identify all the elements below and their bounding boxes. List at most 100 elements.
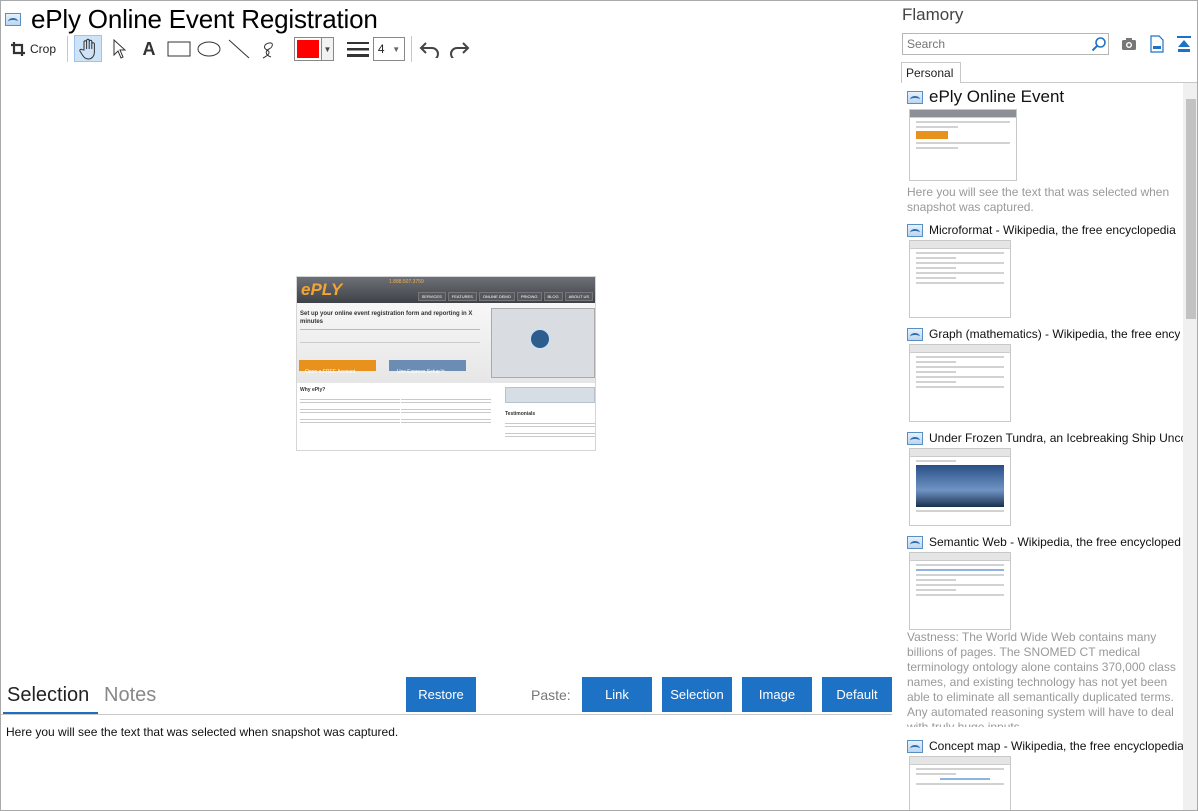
tab-notes[interactable]: Notes — [104, 684, 156, 707]
list-item[interactable]: Graph (mathematics) - Wikipedia, the fre… — [907, 326, 1183, 422]
list-item-thumbnail — [909, 552, 1011, 630]
list-item-thumbnail — [909, 756, 1011, 810]
play-icon — [529, 328, 551, 350]
snapshot-primary-label: Open a FREE Account — [305, 369, 356, 375]
page-title: ePly Online Event Registration — [31, 3, 378, 34]
freehand-icon — [262, 42, 273, 59]
sidebar-scrollbar[interactable] — [1183, 83, 1197, 810]
line-style-button[interactable] — [344, 34, 372, 64]
ellipse-icon — [197, 41, 221, 57]
list-item[interactable]: Microformat - Wikipedia, the free encycl… — [907, 222, 1183, 318]
snapshot-column: Why ePly? — [300, 387, 400, 447]
snapshot-testimonials: Testimonials — [505, 411, 536, 417]
chevron-down-icon: ▼ — [321, 38, 333, 60]
undo-button[interactable] — [418, 34, 442, 64]
cursor-arrow-icon — [113, 39, 126, 59]
color-swatch — [297, 40, 319, 58]
paste-label: Paste: — [531, 687, 571, 703]
list-item[interactable]: ePly Online Event Here you will see the … — [907, 87, 1183, 214]
snapshot-nav: SERVICES FEATURES ONLINE DEMO PRICING BL… — [417, 292, 593, 301]
list-item-thumbnail — [909, 240, 1011, 318]
rectangle-icon — [167, 41, 191, 57]
list-item[interactable]: Semantic Web - Wikipedia, the free encyc… — [907, 534, 1183, 727]
list-item[interactable]: Under Frozen Tundra, an Icebreaking Ship… — [907, 430, 1183, 526]
title-bar: ePly Online Event Registration — [5, 4, 378, 34]
redo-icon — [450, 42, 470, 58]
divider — [1, 714, 892, 715]
drawing-toolbar: Crop A ▼ 4 ▼ — [1, 34, 897, 64]
line-width-value: 4 — [377, 42, 385, 56]
new-page-icon[interactable] — [1150, 35, 1164, 53]
camera-icon[interactable] — [1121, 37, 1137, 51]
list-item-title: Under Frozen Tundra, an Icebreaking Ship… — [929, 431, 1183, 445]
scrollbar-thumb[interactable] — [1186, 99, 1196, 319]
undo-icon — [419, 42, 439, 58]
snapshot-nav-item: PRICING — [516, 292, 542, 301]
paste-link-button[interactable]: Link — [582, 677, 652, 712]
list-item-title: ePly Online Event — [929, 87, 1065, 106]
crop-button[interactable]: Crop — [7, 34, 59, 64]
text-tool-button[interactable]: A — [137, 34, 161, 64]
pan-tool-button[interactable] — [74, 35, 102, 62]
editor-pane: ePly Online Event Registration Crop A ▼ … — [1, 1, 897, 810]
snapshot-nav-item: ABOUT US — [564, 292, 593, 301]
color-picker[interactable]: ▼ — [294, 37, 334, 61]
freehand-tool-button[interactable] — [257, 34, 281, 64]
pin-to-top-icon[interactable] — [1176, 35, 1192, 53]
sidebar: Flamory Personal ePly Online Event Here … — [897, 1, 1197, 810]
list-item-title: Graph (mathematics) - Wikipedia, the fre… — [929, 327, 1181, 341]
snapshot-nav-item: SERVICES — [417, 292, 446, 301]
line-icon — [228, 39, 250, 59]
list-item-thumbnail — [909, 344, 1011, 422]
toolbar-divider — [67, 36, 68, 62]
snapshot-nav-item: ONLINE DEMO — [478, 292, 515, 301]
restore-button[interactable]: Restore — [406, 677, 476, 712]
snapshot-paragraph — [300, 329, 480, 343]
redo-button[interactable] — [447, 34, 471, 64]
tab-personal[interactable]: Personal — [901, 62, 961, 83]
snapshot-secondary-button: Use Express Setup™ — [389, 360, 466, 375]
snapshot-header: ePLY 1.888.507.3759 SERVICES FEATURES ON… — [297, 277, 595, 303]
snapshot-why: Why ePly? — [300, 387, 326, 393]
snapshot-secondary-label: Use Express Setup™ — [397, 369, 445, 375]
search-input[interactable] — [902, 33, 1109, 55]
page-icon — [907, 535, 923, 549]
page-icon — [907, 90, 923, 104]
snapshot-nav-item: BLOG — [543, 292, 563, 301]
tab-rule — [961, 82, 1197, 83]
sidebar-brand: Flamory — [902, 5, 964, 24]
snapshot-logo: ePLY — [301, 280, 343, 299]
page-icon — [907, 431, 923, 445]
search-icon[interactable] — [1091, 36, 1107, 52]
flamory-app-icon — [5, 12, 21, 26]
crop-icon — [10, 42, 25, 56]
page-icon — [907, 327, 923, 341]
toolbar-divider — [411, 36, 412, 62]
snapshot-column — [401, 387, 491, 447]
selection-text[interactable]: Here you will see the text that was sele… — [6, 725, 398, 739]
snapshot-phone: 1.888.507.3759 — [389, 279, 424, 285]
paste-default-button[interactable]: Default — [822, 677, 892, 712]
paste-image-button[interactable]: Image — [742, 677, 812, 712]
text-tool-icon: A — [142, 38, 156, 59]
paste-selection-button[interactable]: Selection — [662, 677, 732, 712]
tab-selection[interactable]: Selection — [7, 684, 89, 707]
list-item-title: Semantic Web - Wikipedia, the free encyc… — [929, 535, 1181, 549]
page-icon — [907, 739, 923, 753]
list-item-thumbnail — [909, 448, 1011, 526]
app-window: ePly Online Event Registration Crop A ▼ … — [0, 0, 1198, 811]
list-item-title: Concept map - Wikipedia, the free encycl… — [929, 739, 1183, 753]
rectangle-tool-button[interactable] — [166, 34, 192, 64]
snapshot-nav-item: FEATURES — [447, 292, 477, 301]
crop-label: Crop — [29, 42, 56, 56]
line-style-icon — [347, 42, 369, 57]
list-item-note: Vastness: The World Wide Web contains ma… — [907, 630, 1176, 727]
list-item[interactable]: Concept map - Wikipedia, the free encycl… — [907, 738, 1183, 810]
line-width-select[interactable]: 4 ▼ — [373, 37, 405, 61]
select-tool-button[interactable] — [107, 34, 131, 64]
list-item-note: Here you will see the text that was sele… — [907, 185, 1170, 214]
line-tool-button[interactable] — [227, 34, 251, 64]
list-item-title: Microformat - Wikipedia, the free encycl… — [929, 223, 1176, 237]
snapshot-headline: Set up your online event registration fo… — [300, 311, 473, 325]
ellipse-tool-button[interactable] — [196, 34, 222, 64]
